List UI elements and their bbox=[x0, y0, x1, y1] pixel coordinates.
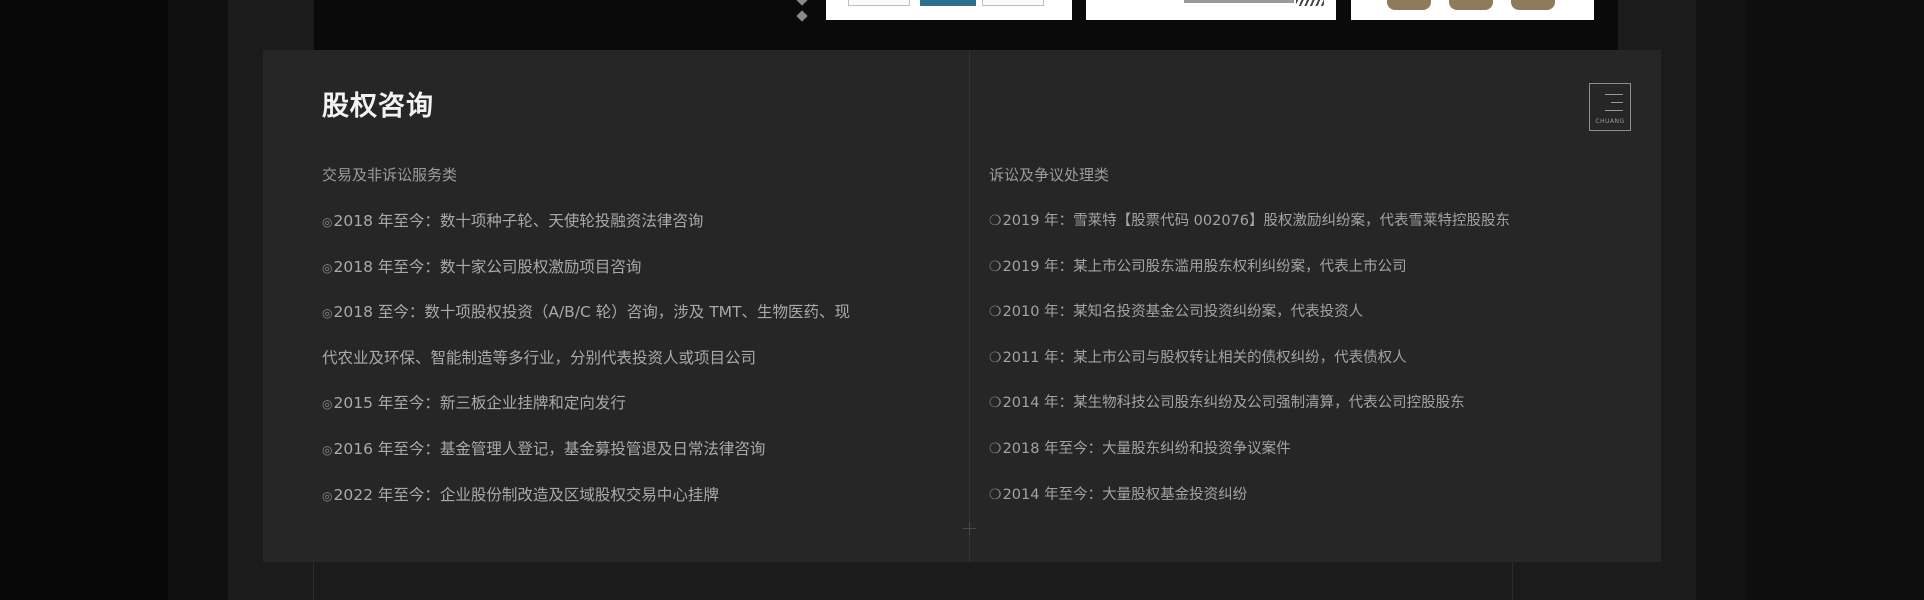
crosshair-mark bbox=[969, 522, 970, 535]
list-item-text: 2014 年至今：大量股权基金投资纠纷 bbox=[1002, 486, 1248, 503]
thumbnail-detail bbox=[1511, 0, 1555, 10]
list-item: ◎2022 年至今：企业股份制改造及区域股权交易中心挂牌 bbox=[322, 484, 942, 506]
bullet-icon: ❍ bbox=[989, 258, 1002, 275]
list-item-text: 2018 至今：数十项股权投资（A/B/C 轮）咨询，涉及 TMT、生物医药、现 bbox=[333, 303, 851, 322]
list-item: ◎2018 年至今：数十项种子轮、天使轮投融资法律咨询 bbox=[322, 210, 942, 232]
thumbnail-detail bbox=[1387, 0, 1431, 10]
gallery-thumbnail-3[interactable] bbox=[1351, 0, 1594, 20]
list-item: ◎2018 年至今：数十家公司股权激励项目咨询 bbox=[322, 256, 942, 278]
list-item: ◎2018 至今：数十项股权投资（A/B/C 轮）咨询，涉及 TMT、生物医药、… bbox=[322, 301, 942, 323]
list-item-continuation: 代农业及环保、智能制造等多行业，分别代表投资人或项目公司 bbox=[322, 347, 942, 369]
bullet-icon: ◎ bbox=[322, 442, 333, 457]
column-heading: 交易及非诉讼服务类 bbox=[322, 166, 458, 184]
gallery-thumbnail-1[interactable] bbox=[826, 0, 1072, 20]
gallery-thumbnail-2[interactable] bbox=[1086, 0, 1336, 20]
bullet-icon: ◎ bbox=[322, 260, 333, 275]
bullet-icon: ◎ bbox=[322, 306, 333, 321]
thumbnail-detail bbox=[848, 0, 910, 6]
thumbnail-detail bbox=[1449, 0, 1493, 10]
guide-line bbox=[313, 562, 314, 600]
logo-text: CHUANG bbox=[1595, 118, 1625, 125]
list-item-text: 2014 年：某生物科技公司股东纠纷及公司强制清算，代表公司控股股东 bbox=[1002, 395, 1465, 412]
bullet-icon: ❍ bbox=[989, 486, 1002, 503]
list-item-text: 2019 年：雪莱特【股票代码 002076】股权激励纠纷案，代表雪莱特控股股东 bbox=[1002, 213, 1511, 229]
chuang-logo-icon: CHUANG bbox=[1589, 83, 1631, 131]
thumbnail-detail bbox=[1296, 0, 1324, 6]
bullet-icon: ◎ bbox=[322, 397, 333, 412]
bullet-icon: ◎ bbox=[322, 215, 333, 229]
thumbnail-detail bbox=[982, 0, 1044, 6]
list-item: ❍2014 年至今：大量股权基金投资纠纷 bbox=[989, 484, 1609, 506]
list-item: ❍2018 年至今：大量股东纠纷和投资争议案件 bbox=[989, 438, 1609, 460]
logo-stroke bbox=[1611, 102, 1623, 103]
transaction-services-column: 交易及非诉讼服务类 ◎2018 年至今：数十项种子轮、天使轮投融资法律咨询 ◎2… bbox=[322, 164, 942, 529]
list-item-text: 2018 年至今：大量股东纠纷和投资争议案件 bbox=[1002, 440, 1291, 457]
list-item: ❍2019 年：雪莱特【股票代码 002076】股权激励纠纷案，代表雪莱特控股股… bbox=[989, 210, 1609, 232]
logo-stroke bbox=[1605, 110, 1623, 111]
thumbnail-detail bbox=[920, 0, 976, 6]
bullet-icon: ❍ bbox=[989, 304, 1002, 321]
list-item-text: 2019 年：某上市公司股东滥用股东权利纠纷案，代表上市公司 bbox=[1002, 258, 1407, 275]
list-item-text: 2018 年至今：数十项种子轮、天使轮投融资法律咨询 bbox=[333, 212, 704, 230]
list-item: ❍2011 年：某上市公司与股权转让相关的债权纠纷，代表债权人 bbox=[989, 347, 1609, 369]
list-item: ◎2015 年至今：新三板企业挂牌和定向发行 bbox=[322, 392, 942, 414]
thumbnail-detail bbox=[1184, 0, 1294, 3]
list-item-text: 2010 年：某知名投资基金公司投资纠纷案，代表投资人 bbox=[1002, 304, 1364, 321]
guide-line bbox=[1512, 562, 1513, 600]
list-item-text: 2016 年至今：基金管理人登记，基金募投管退及日常法律咨询 bbox=[333, 439, 766, 458]
bullet-icon: ❍ bbox=[989, 395, 1002, 412]
bullet-icon: ❍ bbox=[989, 349, 1002, 366]
page-edge-left bbox=[168, 0, 228, 600]
list-item-text: 2011 年：某上市公司与股权转让相关的债权纠纷，代表债权人 bbox=[1002, 349, 1407, 366]
page-edge-right bbox=[1696, 0, 1746, 600]
list-item: ❍2010 年：某知名投资基金公司投资纠纷案，代表投资人 bbox=[989, 301, 1609, 323]
bullet-icon: ◎ bbox=[322, 488, 333, 503]
list-item: ❍2014 年：某生物科技公司股东纠纷及公司强制清算，代表公司控股股东 bbox=[989, 392, 1609, 414]
section-title: 股权咨询 bbox=[322, 91, 434, 122]
litigation-column: 诉讼及争议处理类 ❍2019 年：雪莱特【股票代码 002076】股权激励纠纷案… bbox=[989, 164, 1609, 529]
bullet-icon: ❍ bbox=[989, 440, 1002, 457]
column-divider bbox=[969, 50, 970, 562]
logo-stroke bbox=[1605, 94, 1623, 95]
list-item-text: 2022 年至今：企业股份制改造及区域股权交易中心挂牌 bbox=[333, 485, 719, 504]
bullet-icon: ❍ bbox=[989, 213, 1002, 229]
list-item-text: 2018 年至今：数十家公司股权激励项目咨询 bbox=[333, 257, 642, 276]
list-item: ◎2016 年至今：基金管理人登记，基金募投管退及日常法律咨询 bbox=[322, 438, 942, 460]
list-item: ❍2019 年：某上市公司股东滥用股东权利纠纷案，代表上市公司 bbox=[989, 256, 1609, 278]
column-heading: 诉讼及争议处理类 bbox=[989, 166, 1110, 184]
list-item-text: 2015 年至今：新三板企业挂牌和定向发行 bbox=[333, 394, 626, 413]
list-item-text: 代农业及环保、智能制造等多行业，分别代表投资人或项目公司 bbox=[322, 348, 757, 367]
